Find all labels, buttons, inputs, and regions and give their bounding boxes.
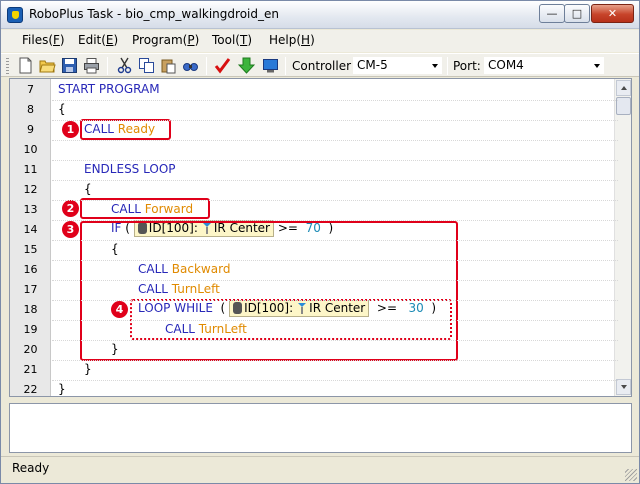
line-number: 22: [23, 383, 38, 396]
controller-value: CM-5: [357, 58, 388, 72]
paste-icon[interactable]: [160, 57, 177, 74]
start-program-keyword: START PROGRAM: [58, 82, 160, 96]
line-number: 21: [23, 363, 38, 376]
resize-grip[interactable]: [625, 469, 637, 481]
toolbar-separator: [285, 57, 286, 75]
annotation-badge-4: 4: [111, 301, 128, 318]
close-brace: }: [84, 362, 92, 376]
line-number: 20: [23, 343, 38, 356]
line-separator: [52, 260, 618, 261]
annotation-badge-3: 3: [62, 221, 79, 238]
annotation-badge-1: 1: [62, 121, 79, 138]
vertical-scrollbar[interactable]: [614, 79, 631, 396]
title-bar: RoboPlus Task - bio_cmp_walkingdroid_en …: [1, 1, 639, 29]
status-bar: Ready: [1, 456, 639, 483]
code-line-12[interactable]: {: [84, 182, 92, 196]
line-separator: [52, 280, 618, 281]
find-icon[interactable]: [182, 57, 199, 74]
line-number: 11: [23, 163, 38, 176]
roboplus-app-icon: [7, 7, 23, 23]
line-number: 13: [23, 203, 38, 216]
line-separator: [52, 300, 618, 301]
line-number: 16: [23, 263, 38, 276]
menu-help[interactable]: Help(H): [269, 33, 315, 47]
line-separator: [52, 240, 618, 241]
chevron-down-icon: [594, 64, 600, 68]
code-line-8[interactable]: {: [58, 102, 66, 116]
line-separator: [52, 360, 618, 361]
code-line-11[interactable]: ENDLESS LOOP: [84, 162, 176, 176]
line-number: 9: [27, 123, 34, 136]
save-icon[interactable]: [61, 57, 78, 74]
line-separator: [52, 320, 618, 321]
copy-icon[interactable]: [138, 57, 155, 74]
line-separator: [52, 160, 618, 161]
output-panel[interactable]: [9, 403, 632, 453]
line-number: 18: [23, 303, 38, 316]
highlight-box-1: [80, 119, 171, 140]
highlight-box-2: [80, 198, 210, 219]
line-separator: [52, 100, 618, 101]
code-line-21[interactable]: }: [84, 362, 92, 376]
scroll-down-button[interactable]: [616, 379, 631, 395]
menu-edit[interactable]: Edit(E): [78, 33, 118, 47]
line-number: 19: [23, 323, 38, 336]
compile-check-icon[interactable]: [214, 57, 231, 74]
monitor-icon[interactable]: [262, 57, 279, 74]
minimize-button[interactable]: —: [539, 4, 565, 23]
controller-label: Controller:: [292, 59, 355, 73]
line-number: 8: [27, 103, 34, 116]
line-separator: [52, 380, 618, 381]
open-brace: {: [58, 102, 66, 116]
line-number: 10: [23, 143, 38, 156]
maximize-button[interactable]: □: [564, 4, 590, 23]
line-number: 12: [23, 183, 38, 196]
line-separator: [52, 120, 618, 121]
port-select[interactable]: COM4: [483, 56, 605, 75]
toolbar: Controller: CM-5 Port: COM4: [1, 53, 639, 77]
code-line-22[interactable]: }: [58, 382, 66, 396]
toolbar-grip[interactable]: [6, 58, 9, 74]
toolbar-separator: [447, 57, 448, 75]
scroll-thumb[interactable]: [616, 97, 631, 115]
line-number: 7: [27, 83, 34, 96]
menu-tool[interactable]: Tool(T): [212, 33, 252, 47]
toolbar-separator: [206, 57, 207, 75]
line-separator: [52, 200, 618, 201]
menu-program[interactable]: Program(P): [132, 33, 199, 47]
new-file-icon[interactable]: [17, 57, 34, 74]
line-separator: [52, 340, 618, 341]
line-separator: [52, 220, 618, 221]
cut-icon[interactable]: [116, 57, 133, 74]
scroll-up-button[interactable]: [616, 80, 631, 96]
download-icon[interactable]: [238, 57, 255, 74]
line-number: 17: [23, 283, 38, 296]
open-folder-icon[interactable]: [39, 57, 56, 74]
line-number: 14: [23, 223, 38, 236]
window-title: RoboPlus Task - bio_cmp_walkingdroid_en: [29, 7, 279, 21]
code-line-7[interactable]: START PROGRAM: [58, 82, 160, 96]
line-number: 15: [23, 243, 38, 256]
port-label: Port:: [453, 59, 481, 73]
line-separator: [52, 140, 618, 141]
open-brace: {: [84, 182, 92, 196]
print-icon[interactable]: [83, 57, 100, 74]
endless-loop-keyword: ENDLESS LOOP: [84, 162, 176, 176]
close-button[interactable]: ✕: [591, 4, 634, 23]
close-brace: }: [58, 382, 66, 396]
status-text: Ready: [12, 461, 50, 475]
annotation-badge-2: 2: [62, 200, 79, 217]
menu-bar: Files(F) Edit(E) Program(P) Tool(T) Help…: [1, 30, 639, 52]
app-window: RoboPlus Task - bio_cmp_walkingdroid_en …: [0, 0, 640, 484]
line-separator: [52, 180, 618, 181]
chevron-down-icon: [432, 64, 438, 68]
code-editor[interactable]: START PROGRAM { CALL Ready ENDLESS LOOP …: [9, 78, 632, 397]
controller-select[interactable]: CM-5: [352, 56, 443, 75]
menu-files[interactable]: Files(F): [22, 33, 65, 47]
port-value: COM4: [488, 58, 524, 72]
toolbar-separator: [107, 57, 108, 75]
